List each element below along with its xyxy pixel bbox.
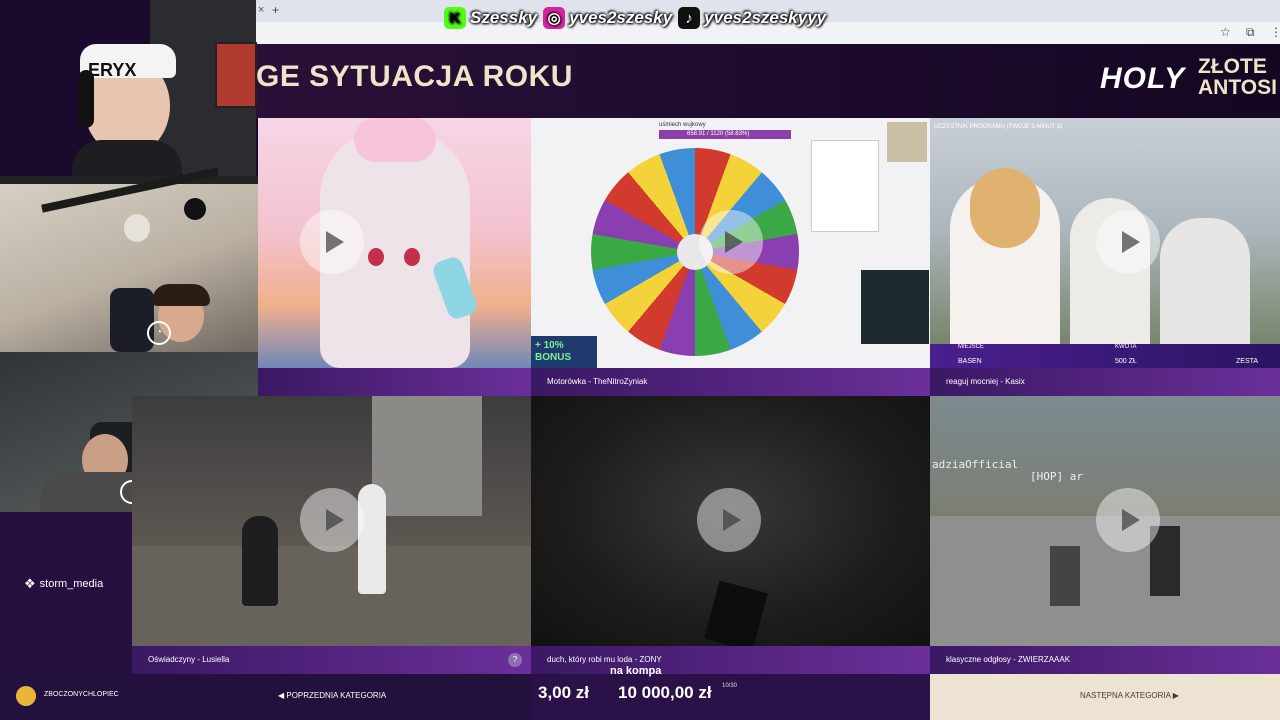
tile-1-caption	[258, 368, 531, 396]
play-button[interactable]	[1096, 488, 1160, 552]
bonus-badge: + 10% BONUS	[531, 336, 597, 368]
bookmark-star-icon[interactable]: ☆	[1220, 25, 1231, 39]
tiktok-icon: ♪	[678, 7, 701, 29]
video-tile-4[interactable]	[132, 396, 531, 646]
tiktok-handle: ♪ yves2szeskyyy	[678, 7, 826, 29]
tile-3-caption: reaguj mocniej - Kasix	[930, 368, 1280, 396]
price-range-panel	[531, 674, 930, 720]
webcam-streamer-1: ERYX	[0, 0, 257, 176]
arrow-right-icon: ▶	[1172, 691, 1179, 700]
logo-line-1: ZŁOTE	[1198, 55, 1267, 78]
browser-menu-icon[interactable]: ⋮	[1270, 25, 1280, 39]
tile-6-caption: klasyczne odgłosy - ZWIERZAAAK	[930, 646, 1280, 674]
storm-media-text: storm_media	[39, 578, 104, 590]
value-basen: BASEN	[958, 358, 982, 365]
phone-in-hand	[704, 580, 768, 646]
label-miejsce: MIEJSCE	[958, 344, 985, 350]
storm-icon: ❖	[24, 576, 36, 591]
headband-text: ERYX	[88, 60, 137, 80]
label-zestaw: ZESTA	[1236, 358, 1259, 365]
wheel-title: uśmiech wujkowy	[659, 122, 706, 128]
category-title: GE SYTUACJA ROKU	[256, 60, 573, 93]
poster	[215, 42, 257, 108]
label-kwota: KWOTA	[1115, 344, 1137, 350]
tab-close-button[interactable]: ×	[258, 4, 264, 16]
play-button[interactable]	[300, 488, 364, 552]
kick-handle: K Szessky	[444, 7, 537, 29]
minecraft-tag: [HOP] ar	[1030, 470, 1083, 483]
crane	[372, 396, 482, 516]
elgato-icon: ◔	[147, 321, 171, 345]
user-avatar-icon	[16, 686, 36, 706]
zlote-antosie-logo: ZŁOTE ANTOSI	[1198, 56, 1277, 98]
right-eye	[404, 248, 420, 266]
video-tile-2[interactable]: uśmiech wujkowy 658.91 / 1120 (58.83%) +…	[531, 118, 930, 368]
help-icon[interactable]: ?	[508, 653, 522, 667]
play-button[interactable]	[300, 210, 364, 274]
tiktok-handle-text: yves2szeskyyy	[704, 8, 827, 27]
webcam-streamer-2: ◔	[0, 167, 260, 352]
extensions-icon[interactable]: ⧉	[1246, 25, 1255, 40]
new-tab-button[interactable]: +	[272, 3, 279, 17]
headphone-left	[78, 70, 94, 128]
wheel-options-list	[811, 140, 879, 232]
storm-media-panel	[0, 512, 132, 674]
microphone	[184, 198, 206, 220]
storm-media-logo: ❖ storm_media	[24, 576, 103, 592]
logo-line-2: ANTOSI	[1198, 76, 1277, 99]
person-1-hair	[970, 168, 1040, 248]
gaming-chair	[110, 288, 154, 352]
tile-4-caption-text: Oświadczyny - Lusiella	[148, 655, 230, 664]
cam2-top-edge	[0, 176, 260, 184]
previous-category-label: POPRZEDNIA KATEGORIA	[286, 691, 387, 700]
video-tile-3[interactable]: UCZESTNIK PROGRAMU (TWOJE 5 MINUT 3) MIE…	[930, 118, 1280, 368]
holy-logo: HOLY	[1100, 62, 1186, 95]
next-category-button[interactable]: NASTĘPNA KATEGORIA ▶	[1080, 691, 1179, 700]
instagram-icon: ◎	[543, 7, 566, 29]
play-button[interactable]	[697, 488, 761, 552]
kick-icon: K	[444, 7, 466, 29]
kick-handle-text: Szessky	[470, 8, 538, 27]
video-tile-6[interactable]: adziaOfficial [HOP] ar	[930, 396, 1280, 646]
instagram-handle: ◎ yves2szesky	[543, 7, 672, 29]
left-eye	[368, 248, 384, 266]
play-button[interactable]	[699, 210, 763, 274]
mini-cam	[861, 270, 929, 344]
value-kwota: 500 ZŁ	[1115, 358, 1137, 365]
wheel-progress: 658.91 / 1120 (58.83%)	[659, 130, 791, 139]
cobblestone	[132, 546, 531, 646]
minecraft-player	[1050, 546, 1080, 606]
avatar-badge	[887, 122, 927, 162]
play-button[interactable]	[1096, 210, 1160, 274]
price-to: 10 000,00 zł	[618, 683, 712, 702]
tile-4-caption: Oświadczyny - Lusiella ?	[132, 646, 531, 674]
next-category-label: NASTĘPNA KATEGORIA	[1080, 691, 1171, 700]
social-handles: K Szessky ◎ yves2szesky ♪ yves2szeskyyy	[444, 4, 826, 32]
minecraft-nametag: adziaOfficial	[932, 458, 1019, 471]
username: ZBOCZONYCHLOPIEC	[44, 691, 119, 698]
tile-3-top-label: UCZESTNIK PROGRAMU (TWOJE 5 MINUT 3)	[934, 124, 1063, 130]
woman	[358, 484, 386, 594]
price-from: 3,00 zł	[538, 683, 590, 702]
previous-category-button[interactable]: ◀ POPRZEDNIA KATEGORIA	[278, 691, 386, 700]
instagram-handle-text: yves2szesky	[569, 8, 673, 27]
category-counter: 10/30	[722, 683, 738, 689]
kneeling-man	[242, 516, 278, 606]
streamer-2-hair	[152, 284, 210, 306]
tile-5-caption: duch, który robi mu loda - ZONY	[531, 646, 930, 674]
video-tile-1[interactable]	[258, 118, 531, 368]
tile-2-caption: Motorówka - TheNitroZyniak	[531, 368, 930, 396]
video-tile-5[interactable]	[531, 396, 930, 646]
lamp	[124, 214, 150, 242]
streamer-shirt	[72, 140, 182, 176]
na-kompa-label: na kompa	[610, 665, 662, 677]
hair-bow	[354, 118, 436, 162]
